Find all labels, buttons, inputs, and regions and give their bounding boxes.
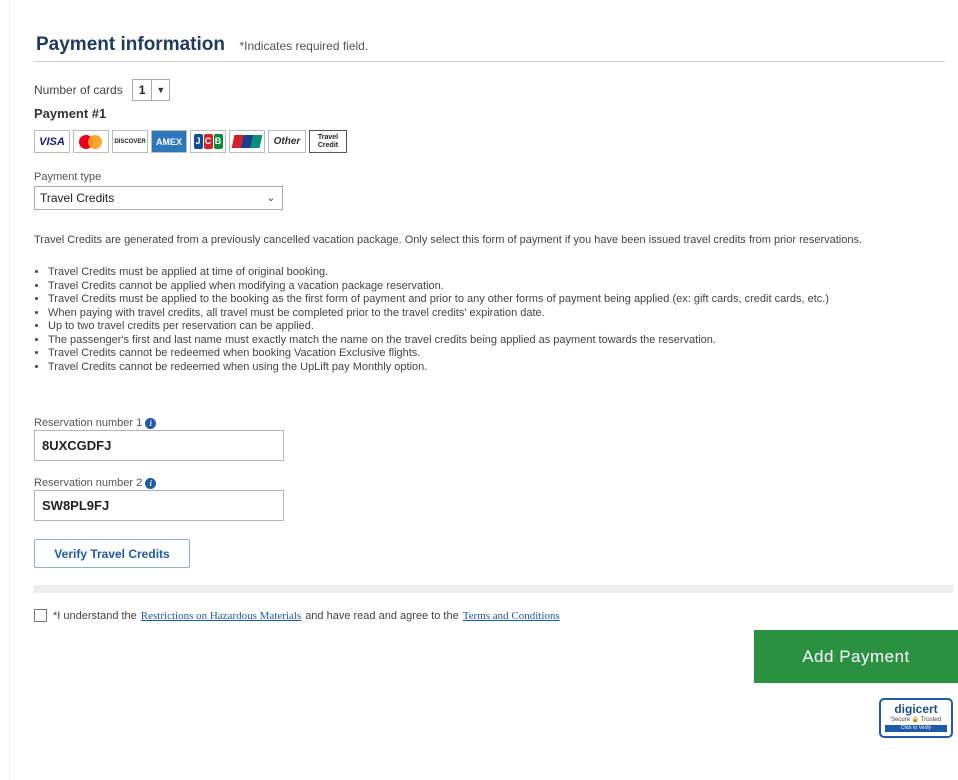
terms-checkbox[interactable] <box>34 609 47 622</box>
reservation-number-2-input[interactable]: SW8PL9FJ <box>34 490 284 521</box>
number-of-cards-label: Number of cards <box>34 83 123 97</box>
card-logos: VISA DISCOVER AMEX JCB Other Travel Cred… <box>34 130 347 153</box>
add-payment-button[interactable]: Add Payment <box>754 630 958 683</box>
chevron-down-icon: ⌄ <box>266 192 276 204</box>
list-item: Up to two travel credits per reservation… <box>48 320 829 334</box>
visa-logo: VISA <box>34 130 70 153</box>
terms-middle: and have read and agree to the <box>305 609 459 622</box>
payment-type-label: Payment type <box>34 171 102 183</box>
digicert-badge[interactable]: digicert Secure 🔒 Trusted Click to Verif… <box>879 698 953 738</box>
info-icon[interactable]: i <box>145 417 157 429</box>
reservation-number-1-label-text: Reservation number 1 <box>34 417 143 429</box>
mastercard-logo <box>73 130 109 153</box>
reservation-number-1-value: 8UXCGDFJ <box>42 438 112 453</box>
travel-credit-rules: Travel Credits must be applied at time o… <box>34 266 829 374</box>
list-item: The passenger's first and last name must… <box>48 334 829 348</box>
header-divider <box>34 61 945 62</box>
number-of-cards-value: 1 <box>138 83 146 97</box>
page-title: Payment information <box>36 34 225 55</box>
jcb-logo: JCB <box>190 130 226 153</box>
payment-type-select[interactable]: Travel Credits ⌄ <box>34 186 283 210</box>
travel-credits-description: Travel Credits are generated from a prev… <box>34 234 863 246</box>
payment-header: Payment information *Indicates required … <box>36 34 368 56</box>
terms-and-conditions-link[interactable]: Terms and Conditions <box>463 610 560 622</box>
info-icon[interactable]: i <box>145 477 157 489</box>
terms-agreement: *I understand the Restrictions on Hazard… <box>34 609 564 622</box>
digicert-brand: digicert <box>894 702 938 716</box>
list-item: Travel Credits must be applied to the bo… <box>48 293 829 307</box>
amex-logo: AMEX <box>151 130 187 153</box>
discover-logo: DISCOVER <box>112 130 148 153</box>
number-of-cards-row: Number of cards 1 ▼ <box>34 79 171 101</box>
list-item: Travel Credits cannot be redeemed when u… <box>48 361 829 375</box>
verify-travel-credits-button[interactable]: Verify Travel Credits <box>34 539 190 568</box>
travel-credit-logo: Travel Credit <box>309 130 347 153</box>
reservation-number-1-label: Reservation number 1 i <box>34 417 157 429</box>
number-of-cards-select[interactable]: 1 ▼ <box>131 79 171 101</box>
reservation-number-2-label: Reservation number 2 i <box>34 477 157 489</box>
list-item: When paying with travel credits, all tra… <box>48 307 829 321</box>
reservation-number-2-label-text: Reservation number 2 <box>34 477 143 489</box>
payment-type-value: Travel Credits <box>40 191 115 205</box>
digicert-sub: Secure 🔒 Trusted <box>891 717 941 723</box>
list-item: Travel Credits must be applied at time o… <box>48 266 829 280</box>
list-item: Travel Credits cannot be redeemed when b… <box>48 347 829 361</box>
reservation-number-1-input[interactable]: 8UXCGDFJ <box>34 430 284 461</box>
digicert-cta: Click to Verify <box>885 725 947 732</box>
terms-prefix: *I understand the <box>53 609 137 622</box>
list-item: Travel Credits cannot be applied when mo… <box>48 280 829 294</box>
other-card-logo: Other <box>268 130 306 153</box>
required-note: *Indicates required field. <box>239 39 369 53</box>
chevron-down-icon: ▼ <box>151 80 169 100</box>
hazardous-materials-link[interactable]: Restrictions on Hazardous Materials <box>141 610 301 622</box>
reservation-number-2-value: SW8PL9FJ <box>42 498 110 513</box>
unionpay-logo <box>229 130 265 153</box>
section-divider <box>34 585 953 593</box>
page-left-border <box>9 0 10 780</box>
payment-heading: Payment #1 <box>34 106 107 121</box>
